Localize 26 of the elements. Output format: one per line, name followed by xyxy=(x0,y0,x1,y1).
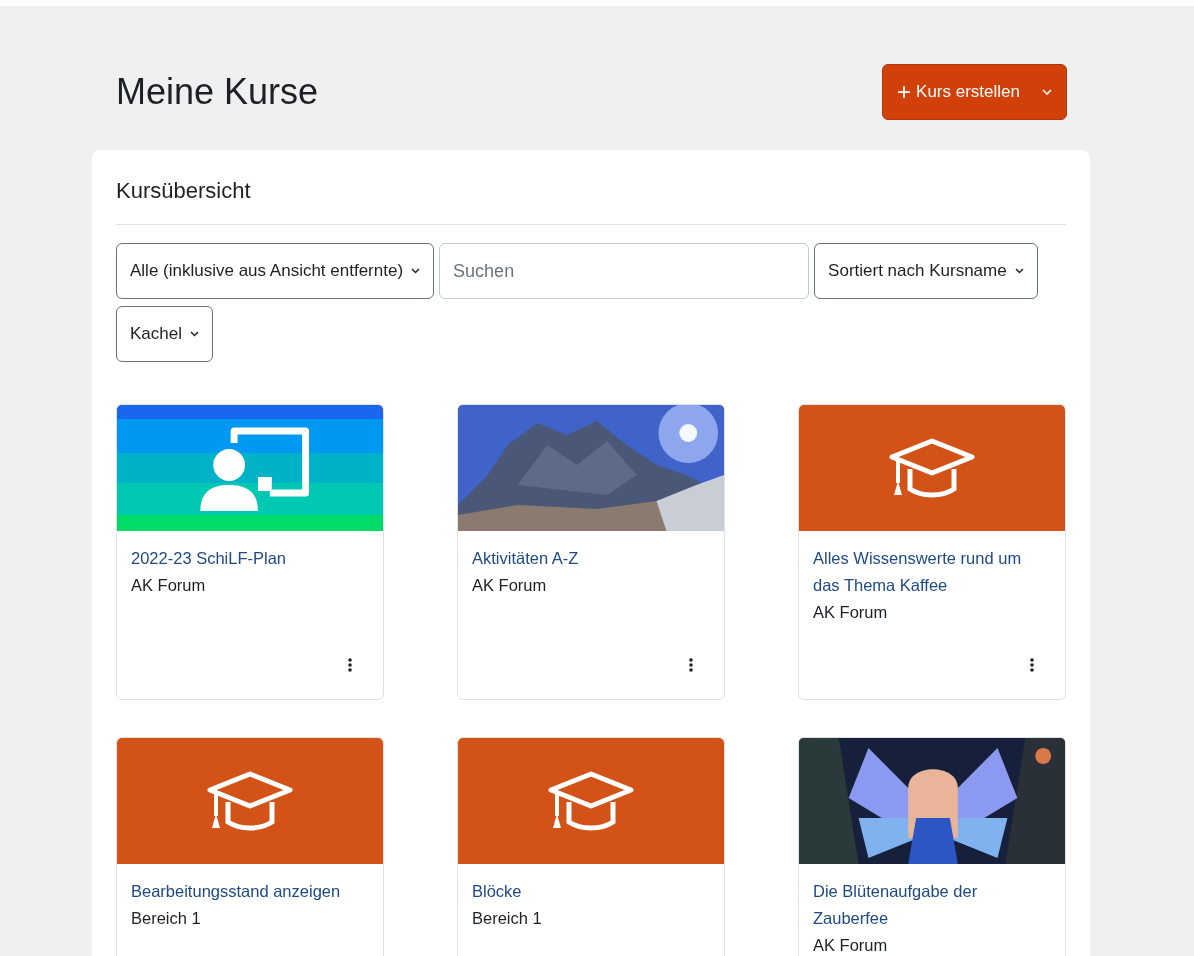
create-course-button[interactable]: + Kurs erstellen xyxy=(882,64,1067,120)
chevron-down-icon xyxy=(411,268,421,274)
search-field[interactable]: Suchen xyxy=(439,243,810,299)
more-options-icon[interactable] xyxy=(345,657,355,673)
course-category: AK Forum xyxy=(813,602,888,623)
page-title: Meine Kurse xyxy=(116,71,319,113)
filter-dropdown[interactable]: Alle (inklusive aus Ansicht entfernte) xyxy=(116,243,435,299)
presenter-pattern-icon xyxy=(117,405,383,531)
course-category: Bereich 1 xyxy=(472,908,542,929)
course-category: AK Forum xyxy=(472,575,547,596)
panel-title: Kursübersicht xyxy=(116,174,1066,225)
course-title-link[interactable]: 2022-23 SchiLF-Plan xyxy=(131,545,286,572)
course-title-link[interactable]: Bearbeitungsstand anzeigen xyxy=(131,878,341,905)
chevron-down-icon xyxy=(1014,268,1024,274)
filter-dropdown[interactable]: Kachel xyxy=(116,306,213,362)
course-category: AK Forum xyxy=(131,575,206,596)
filter-dropdown[interactable]: Sortiert nach Kursname xyxy=(814,243,1038,299)
more-options-icon[interactable] xyxy=(686,657,696,673)
more-options-icon[interactable] xyxy=(1027,657,1037,673)
course-title-link[interactable]: Die Blütenaufgabe der Zauberfee xyxy=(813,878,1051,932)
course-category: Bereich 1 xyxy=(131,908,201,929)
chevron-down-icon xyxy=(190,331,199,337)
course-title-link[interactable]: Aktivitäten A-Z xyxy=(472,545,579,572)
course-title-link[interactable]: Alles Wissenswerte rund um das Thema Kaffee xyxy=(813,545,1051,599)
course-title-link[interactable]: Blöcke xyxy=(472,878,522,905)
course-category: AK Forum xyxy=(813,935,888,956)
